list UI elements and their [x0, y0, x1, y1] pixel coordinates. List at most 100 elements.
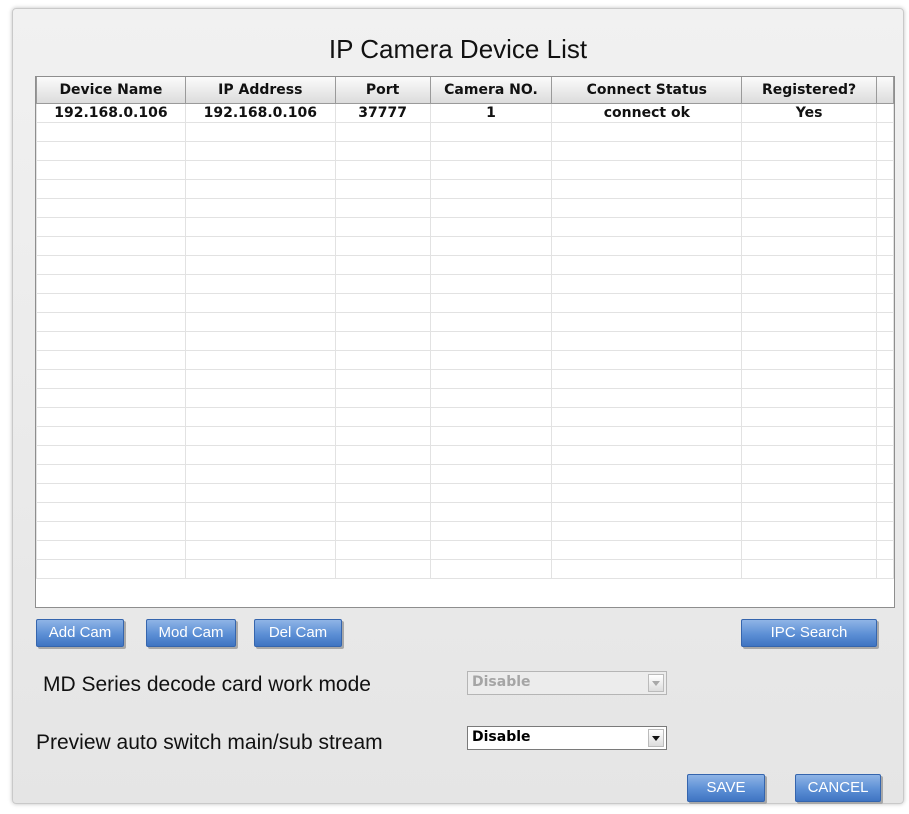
empty-cell: [429, 274, 553, 294]
table-row-empty[interactable]: [36, 179, 894, 199]
table-row-empty[interactable]: [36, 483, 894, 503]
empty-cell: [429, 445, 553, 465]
table-row-empty[interactable]: [36, 255, 894, 275]
empty-cell: [36, 274, 186, 294]
empty-cell: [876, 141, 894, 161]
empty-cell: [876, 160, 894, 180]
empty-cell: [36, 141, 186, 161]
empty-cell: [334, 540, 431, 560]
del-cam-button[interactable]: Del Cam: [254, 619, 342, 647]
cancel-button[interactable]: CANCEL: [795, 774, 881, 802]
empty-cell: [36, 255, 186, 275]
table-row-empty[interactable]: [36, 540, 894, 560]
table-row-empty[interactable]: [36, 350, 894, 370]
empty-cell: [36, 369, 186, 389]
table-row-empty[interactable]: [36, 274, 894, 294]
empty-cell: [184, 122, 336, 142]
empty-cell: [876, 293, 894, 313]
empty-cell: [184, 483, 336, 503]
empty-cell: [429, 198, 553, 218]
table-row-empty[interactable]: [36, 502, 894, 522]
table-row-empty[interactable]: [36, 160, 894, 180]
table-row-empty[interactable]: [36, 369, 894, 389]
cell-connect-status: connect ok: [551, 103, 743, 123]
table-row-empty[interactable]: [36, 521, 894, 541]
empty-cell: [184, 312, 336, 332]
empty-cell: [334, 198, 431, 218]
table-row-empty[interactable]: [36, 122, 894, 142]
table-row-empty[interactable]: [36, 236, 894, 256]
table-row-empty[interactable]: [36, 293, 894, 313]
table-row-empty[interactable]: [36, 407, 894, 427]
empty-cell: [876, 369, 894, 389]
empty-cell: [429, 255, 553, 275]
empty-cell: [429, 141, 553, 161]
table-row-empty[interactable]: [36, 312, 894, 332]
empty-cell: [334, 274, 431, 294]
preview-stream-select[interactable]: Disable: [467, 726, 667, 750]
md-mode-select: Disable: [467, 671, 667, 695]
table-row-empty[interactable]: [36, 445, 894, 465]
cell-camera-no: 1: [429, 103, 553, 123]
table-row-empty[interactable]: [36, 464, 894, 484]
empty-cell: [429, 407, 553, 427]
table-row-empty[interactable]: [36, 217, 894, 237]
empty-cell: [741, 122, 878, 142]
ipc-search-button[interactable]: IPC Search: [741, 619, 877, 647]
empty-cell: [876, 502, 894, 522]
col-header-device-name[interactable]: Device Name: [36, 77, 186, 104]
empty-cell: [741, 502, 878, 522]
col-header-registered[interactable]: Registered?: [741, 77, 878, 104]
cell-port: 37777: [334, 103, 431, 123]
empty-cell: [876, 217, 894, 237]
empty-cell: [876, 445, 894, 465]
empty-cell: [184, 521, 336, 541]
chevron-down-icon[interactable]: [648, 729, 664, 747]
add-cam-button[interactable]: Add Cam: [36, 619, 124, 647]
table-row-empty[interactable]: [36, 388, 894, 408]
empty-cell: [741, 274, 878, 294]
empty-cell: [741, 331, 878, 351]
empty-cell: [741, 388, 878, 408]
col-header-port[interactable]: Port: [334, 77, 431, 104]
empty-cell: [429, 559, 553, 579]
empty-cell: [429, 217, 553, 237]
empty-cell: [184, 540, 336, 560]
md-mode-value: Disable: [472, 674, 531, 690]
empty-cell: [334, 217, 431, 237]
empty-cell: [551, 331, 743, 351]
empty-cell: [741, 464, 878, 484]
mod-cam-button[interactable]: Mod Cam: [146, 619, 236, 647]
empty-cell: [429, 160, 553, 180]
empty-cell: [551, 141, 743, 161]
col-header-camera-no[interactable]: Camera NO.: [429, 77, 553, 104]
empty-cell: [429, 331, 553, 351]
empty-cell: [551, 502, 743, 522]
table-row-empty[interactable]: [36, 559, 894, 579]
empty-cell: [429, 464, 553, 484]
table-row-empty[interactable]: [36, 426, 894, 446]
empty-cell: [334, 350, 431, 370]
save-button[interactable]: SAVE: [687, 774, 765, 802]
preview-stream-label: Preview auto switch main/sub stream: [36, 731, 383, 754]
empty-cell: [36, 217, 186, 237]
empty-cell: [551, 521, 743, 541]
table-row-empty[interactable]: [36, 331, 894, 351]
empty-cell: [551, 464, 743, 484]
empty-cell: [741, 293, 878, 313]
empty-cell: [184, 407, 336, 427]
empty-cell: [184, 350, 336, 370]
col-header-connect-status[interactable]: Connect Status: [551, 77, 743, 104]
empty-cell: [184, 160, 336, 180]
empty-cell: [551, 350, 743, 370]
table-row[interactable]: 192.168.0.106 192.168.0.106 37777 1 conn…: [36, 103, 894, 123]
empty-cell: [334, 312, 431, 332]
empty-cell: [551, 426, 743, 446]
table-row-empty[interactable]: [36, 198, 894, 218]
col-header-ip-address[interactable]: IP Address: [184, 77, 336, 104]
device-table[interactable]: Device Name IP Address Port Camera NO. C…: [35, 76, 895, 608]
empty-cell: [334, 122, 431, 142]
table-row-empty[interactable]: [36, 141, 894, 161]
empty-cell: [334, 407, 431, 427]
cell-filler: [876, 103, 894, 123]
